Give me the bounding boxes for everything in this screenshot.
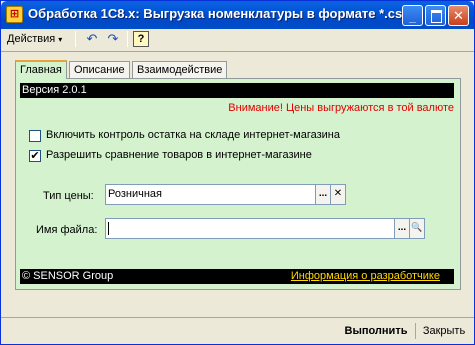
toolbar-separator — [127, 31, 128, 47]
select-price-type-button[interactable]: ... — [315, 185, 330, 204]
file-name-input[interactable]: ... 🔍 — [105, 218, 425, 239]
redo-icon[interactable]: ↷ — [104, 30, 122, 48]
currency-warning: Внимание! Цены выгружаются в той валюте — [228, 102, 454, 114]
tab-description[interactable]: Описание — [69, 61, 130, 78]
compare-products-row[interactable]: ✔ Разрешить сравнение товаров в интернет-… — [29, 149, 312, 163]
footer-bar: © SENSOR Group Информация о разработчике — [20, 269, 454, 284]
copyright-label: © SENSOR Group — [22, 270, 114, 282]
file-name-label: Имя файла: — [36, 224, 98, 236]
clear-icon[interactable]: ✕ — [330, 185, 345, 204]
toolbar-divider — [1, 51, 474, 52]
tab-panel-main: Версия 2.0.1 Внимание! Цены выгружаются … — [15, 78, 461, 290]
stock-control-checkbox[interactable] — [29, 130, 41, 142]
version-label: Версия 2.0.1 — [20, 83, 454, 98]
browse-file-button[interactable]: ... — [394, 219, 409, 238]
chevron-down-icon: ▾ — [58, 35, 63, 44]
stock-control-row[interactable]: Включить контроль остатка на складе инте… — [29, 129, 340, 143]
help-icon[interactable]: ? — [133, 31, 149, 47]
button-separator — [415, 323, 416, 339]
toolbar: Действия ▾ ↶ ↷ ? — [3, 29, 472, 49]
tab-interaction[interactable]: Взаимодействие — [132, 61, 228, 78]
price-type-field[interactable]: Розничная ... ✕ — [105, 184, 346, 205]
run-button[interactable]: Выполнить — [338, 321, 414, 341]
tab-main[interactable]: Главная — [15, 60, 67, 79]
title-bar[interactable]: ⊞ Обработка 1С8.x: Выгрузка номенклатуры… — [1, 1, 474, 29]
window-title: Обработка 1С8.x: Выгрузка номенклатуры в… — [28, 6, 410, 21]
compare-products-checkbox[interactable]: ✔ — [29, 150, 41, 162]
search-icon[interactable]: 🔍 — [409, 219, 424, 238]
compare-products-label: Разрешить сравнение товаров в интернет-м… — [46, 149, 312, 161]
developer-info-link[interactable]: Информация о разработчике — [291, 269, 440, 284]
maximize-button[interactable] — [425, 5, 446, 26]
undo-icon[interactable]: ↶ — [83, 30, 101, 48]
price-type-value: Розничная — [108, 188, 162, 200]
actions-menu-label: Действия — [7, 33, 56, 45]
close-button[interactable]: Закрыть — [418, 321, 470, 341]
app-icon: ⊞ — [6, 6, 23, 23]
actions-menu[interactable]: Действия ▾ — [7, 31, 62, 47]
close-window-button[interactable]: ✕ — [448, 5, 469, 26]
price-type-label: Тип цены: — [43, 190, 94, 202]
button-bar-divider — [1, 317, 474, 318]
stock-control-label: Включить контроль остатка на складе инте… — [46, 129, 340, 141]
app-window: ⊞ Обработка 1С8.x: Выгрузка номенклатуры… — [0, 0, 475, 345]
text-cursor — [108, 222, 109, 235]
minimize-button[interactable]: _ — [402, 5, 423, 26]
toolbar-separator — [75, 31, 76, 47]
